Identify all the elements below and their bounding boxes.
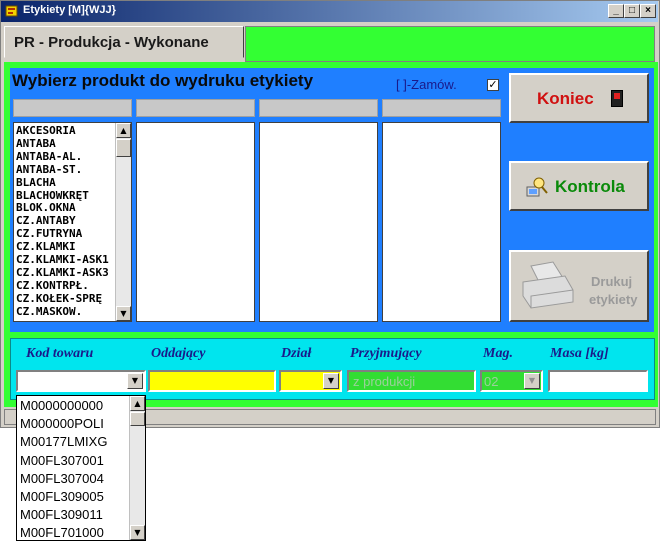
list-item[interactable]: CZ.KOŁEK-SPRĘ xyxy=(16,293,114,306)
masa-label: Masa [kg] xyxy=(550,346,609,361)
title-bar[interactable]: Etykiety [M]{WJJ} _ □ × xyxy=(1,1,658,22)
tab-produkcja-wykonane[interactable]: PR - Produkcja - Wykonane xyxy=(4,26,244,58)
list-item[interactable]: CZ.MASKOW. xyxy=(16,306,114,319)
list-item[interactable]: CZ.KLAMKI-ASK3 xyxy=(16,267,114,280)
product-group-list[interactable]: AKCESORIA ANTABA ANTABA-AL. ANTABA-ST. BLACH… xyxy=(13,122,132,322)
przyjmujacy-field: z produkcji xyxy=(347,370,476,392)
przyjmujacy-value: z produkcji xyxy=(353,374,416,389)
scroll-thumb[interactable] xyxy=(116,139,131,157)
window-title: Etykiety [M]{WJJ} xyxy=(23,4,116,16)
mag-value: 02 xyxy=(484,374,499,389)
dropdown-item[interactable]: M00FL309005 xyxy=(20,488,107,506)
zamow-checkbox[interactable]: ✓ xyxy=(487,79,499,91)
masa-field[interactable] xyxy=(548,370,648,392)
dropdown-item[interactable]: M00FL307001 xyxy=(20,452,107,470)
list-item[interactable]: CZ.KONTRPŁ. xyxy=(16,280,114,293)
chevron-down-icon[interactable]: ▼ xyxy=(127,373,143,389)
exit-door-icon xyxy=(611,90,623,107)
list-item[interactable]: CZ.KLAMKI-ASK1 xyxy=(16,254,114,267)
list-item[interactable]: ANTABA-AL. xyxy=(16,151,114,164)
panel-heading: Wybierz produkt do wydruku etykiety xyxy=(12,71,314,90)
mag-combo: 02 ▼ xyxy=(480,370,543,392)
scroll-down-arrow-icon[interactable]: ▼ xyxy=(116,306,131,321)
zamow-label: [ ]-Zamów. xyxy=(396,77,457,92)
kontrola-button[interactable]: Kontrola xyxy=(509,161,649,211)
magnifier-computer-icon xyxy=(526,177,548,197)
column-header-2[interactable] xyxy=(136,99,255,117)
oddajacy-field[interactable] xyxy=(148,370,276,392)
product-list-2[interactable] xyxy=(136,122,255,322)
close-button[interactable]: × xyxy=(640,4,656,18)
dzial-combo[interactable]: ▼ xyxy=(279,370,342,392)
drukuj-etykiety-button[interactable]: Drukuj etykiety xyxy=(509,250,649,322)
list-item[interactable]: BLACHOWKRĘT xyxy=(16,190,114,203)
przyjmujacy-label: Przyjmujący xyxy=(350,346,422,361)
column-header-1[interactable] xyxy=(13,99,132,117)
koniec-button[interactable]: Koniec xyxy=(509,73,649,123)
dropdown-item[interactable]: M00177LMIXG xyxy=(20,433,107,451)
kod-towaru-combo[interactable]: ▼ xyxy=(16,370,146,392)
dzial-label: Dział xyxy=(281,346,312,361)
drukuj-label-line1: Drukuj xyxy=(591,274,633,289)
chevron-down-icon: ▼ xyxy=(524,373,540,389)
tab-strip-fill xyxy=(245,26,655,62)
drukuj-label-line2: etykiety xyxy=(589,292,638,307)
scroll-up-arrow-icon[interactable]: ▲ xyxy=(130,396,145,411)
printer-icon xyxy=(522,261,574,309)
list-item[interactable]: BLOK.OKNA xyxy=(16,202,114,215)
chevron-down-icon[interactable]: ▼ xyxy=(323,373,339,389)
list-item[interactable]: AKCESORIA xyxy=(16,125,114,138)
product-list-3[interactable] xyxy=(259,122,378,322)
list-item[interactable]: CZ.FUTRYNA xyxy=(16,228,114,241)
koniec-label: Koniec xyxy=(537,89,594,108)
mag-label: Mag. xyxy=(483,346,513,361)
list-item[interactable]: CZ.KLAMKI xyxy=(16,241,114,254)
dropdown-items: M0000000000 M000000POLI M00177LMIXG M00FL30… xyxy=(20,397,107,543)
label-app-icon xyxy=(5,5,18,17)
dropdown-item[interactable]: M0000000000 xyxy=(20,397,107,415)
list-item[interactable]: BLACHA xyxy=(16,177,114,190)
dropdown-scrollbar[interactable]: ▲ ▼ xyxy=(129,396,145,540)
dropdown-item[interactable]: M00FL309011 xyxy=(20,506,107,524)
maximize-button[interactable]: □ xyxy=(624,4,640,18)
kontrola-label: Kontrola xyxy=(555,177,625,196)
scroll-thumb[interactable] xyxy=(130,412,145,426)
product-list-4[interactable] xyxy=(382,122,501,322)
list-item[interactable]: CZ.ANTABY xyxy=(16,215,114,228)
oddajacy-label: Oddający xyxy=(151,346,206,361)
column-header-3[interactable] xyxy=(259,99,378,117)
product-list-scrollbar[interactable]: ▲ ▼ xyxy=(115,123,131,321)
column-header-4[interactable] xyxy=(382,99,501,117)
minimize-button[interactable]: _ xyxy=(608,4,624,18)
list-item[interactable]: ANTABA xyxy=(16,138,114,151)
list-item[interactable]: ANTABA-ST. xyxy=(16,164,114,177)
product-group-items: AKCESORIA ANTABA ANTABA-AL. ANTABA-ST. BLACH… xyxy=(16,125,114,319)
scroll-up-arrow-icon[interactable]: ▲ xyxy=(116,123,131,138)
kod-towaru-label: Kod towaru xyxy=(26,346,94,361)
dropdown-item[interactable]: M00FL307004 xyxy=(20,470,107,488)
dropdown-item[interactable]: M000000POLI xyxy=(20,415,107,433)
scroll-down-arrow-icon[interactable]: ▼ xyxy=(130,525,145,540)
kod-towaru-dropdown-list[interactable]: M0000000000 M000000POLI M00177LMIXG M00FL30… xyxy=(16,395,146,541)
dropdown-item[interactable]: M00FL701000 xyxy=(20,524,107,542)
